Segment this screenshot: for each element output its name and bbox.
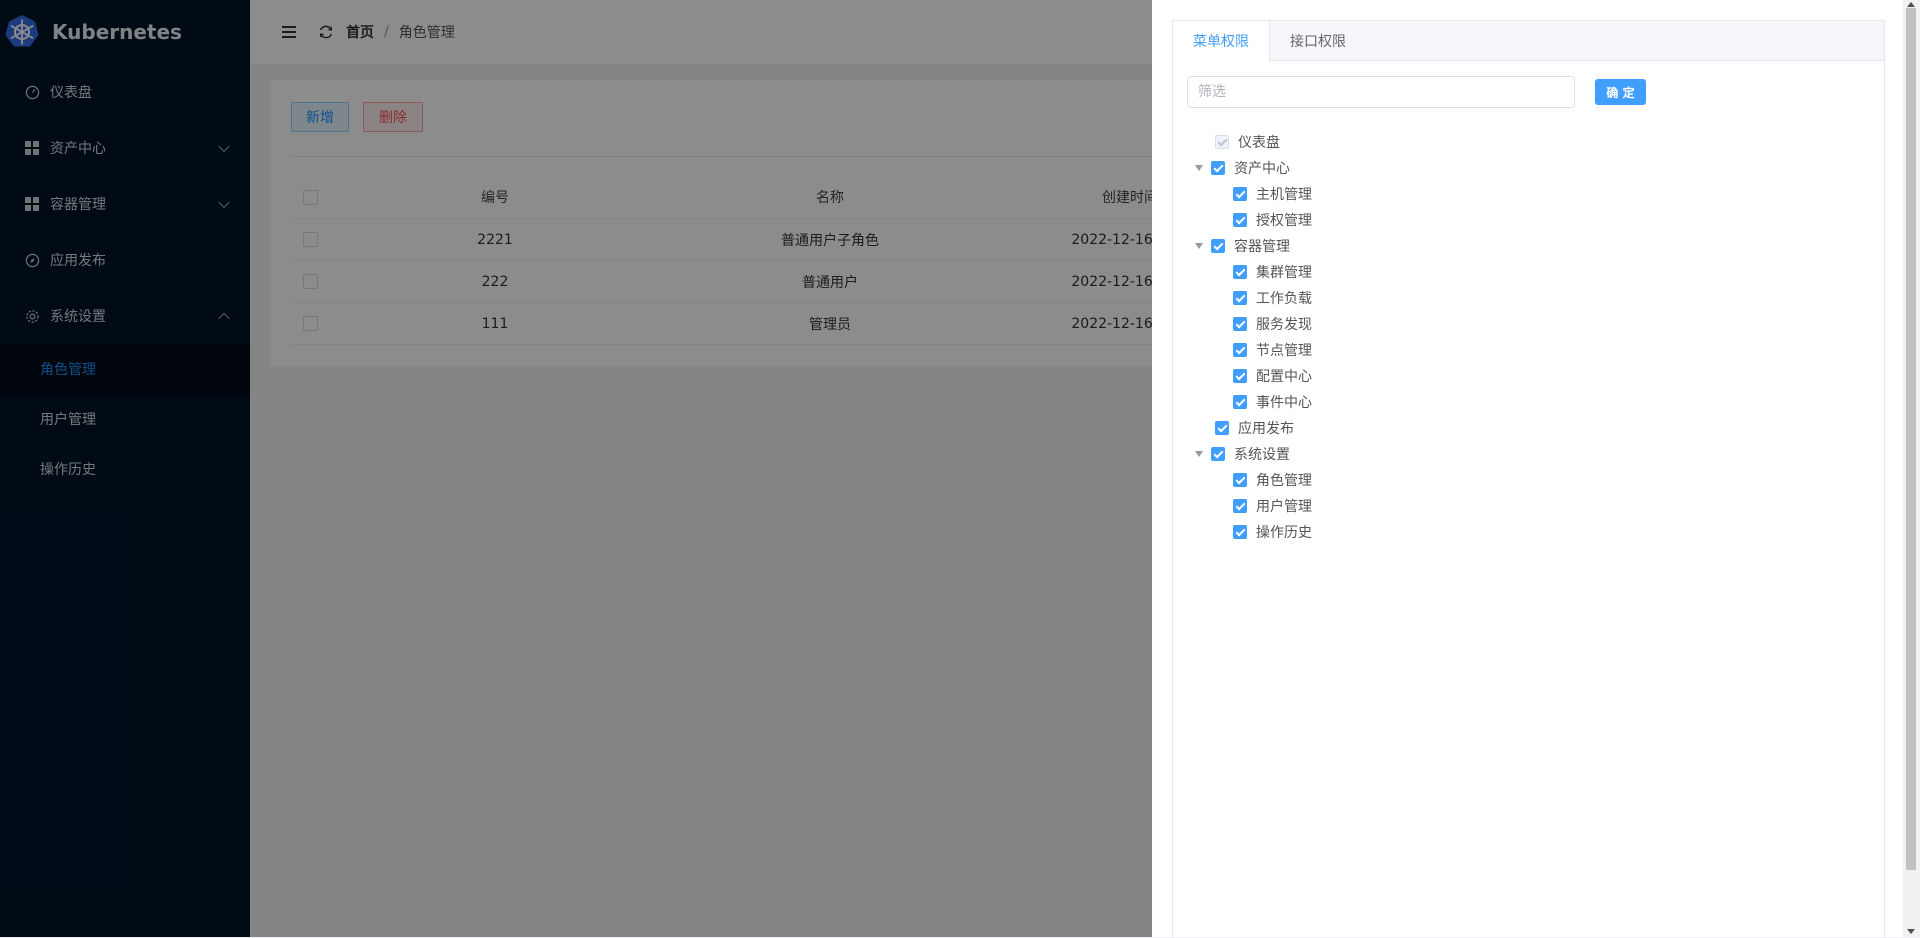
tree-node-system-settings[interactable]: 系统设置 <box>1173 441 1884 467</box>
tree-checkbox <box>1215 135 1229 149</box>
tree-node-app-release[interactable]: 应用发布 <box>1173 415 1884 441</box>
tree-checkbox[interactable] <box>1233 499 1247 513</box>
tab-api-permissions[interactable]: 接口权限 <box>1270 21 1366 61</box>
tree-checkbox[interactable] <box>1233 369 1247 383</box>
drawer-mask[interactable] <box>0 0 1152 937</box>
permission-tree: 仪表盘 资产中心 主机管理 授权管理 容器管理 集群管理 工作负载 服务发现 节… <box>1173 129 1884 545</box>
tree-checkbox[interactable] <box>1215 421 1229 435</box>
filter-input[interactable] <box>1187 76 1575 108</box>
tree-node-label: 节点管理 <box>1256 343 1312 359</box>
scrollbar-thumb[interactable] <box>1906 8 1916 870</box>
caret-down-icon[interactable] <box>1195 243 1203 249</box>
tab-menu-permissions[interactable]: 菜单权限 <box>1173 21 1270 61</box>
permission-tabs-panel: 菜单权限 接口权限 确 定 仪表盘 资产中心 主机管理 <box>1172 20 1885 938</box>
caret-down-icon[interactable] <box>1195 165 1203 171</box>
tree-checkbox[interactable] <box>1233 187 1247 201</box>
tree-node-role-mgmt[interactable]: 角色管理 <box>1173 467 1884 493</box>
scroll-down-arrow-icon[interactable] <box>1907 929 1915 934</box>
tree-node-asset-center[interactable]: 资产中心 <box>1173 155 1884 181</box>
tree-checkbox[interactable] <box>1233 525 1247 539</box>
tree-checkbox[interactable] <box>1211 447 1225 461</box>
tree-node-workload[interactable]: 工作负载 <box>1173 285 1884 311</box>
tree-checkbox[interactable] <box>1233 317 1247 331</box>
tree-node-label: 用户管理 <box>1256 499 1312 515</box>
tree-node-user-mgmt[interactable]: 用户管理 <box>1173 493 1884 519</box>
tree-checkbox[interactable] <box>1233 395 1247 409</box>
tree-node-label: 授权管理 <box>1256 213 1312 229</box>
tree-checkbox[interactable] <box>1233 213 1247 227</box>
tree-node-label: 配置中心 <box>1256 369 1312 385</box>
tree-node-host-mgmt[interactable]: 主机管理 <box>1173 181 1884 207</box>
caret-down-icon[interactable] <box>1195 451 1203 457</box>
tree-node-event-center[interactable]: 事件中心 <box>1173 389 1884 415</box>
tree-node-label: 操作历史 <box>1256 525 1312 541</box>
tree-node-auth-mgmt[interactable]: 授权管理 <box>1173 207 1884 233</box>
tree-node-label: 资产中心 <box>1234 161 1290 177</box>
tree-checkbox[interactable] <box>1233 265 1247 279</box>
tree-node-label: 仪表盘 <box>1238 135 1280 151</box>
tree-node-label: 主机管理 <box>1256 187 1312 203</box>
tree-node-label: 工作负载 <box>1256 291 1312 307</box>
tree-node-label: 事件中心 <box>1256 395 1312 411</box>
filter-row: 确 定 <box>1187 76 1646 108</box>
tree-node-cluster-mgmt[interactable]: 集群管理 <box>1173 259 1884 285</box>
tree-node-config-center[interactable]: 配置中心 <box>1173 363 1884 389</box>
drawer-scrollbar[interactable] <box>1903 0 1920 937</box>
permission-drawer: 菜单权限 接口权限 确 定 仪表盘 资产中心 主机管理 <box>1152 0 1920 938</box>
tree-node-container-mgmt[interactable]: 容器管理 <box>1173 233 1884 259</box>
tree-checkbox[interactable] <box>1233 343 1247 357</box>
tree-node-label: 容器管理 <box>1234 239 1290 255</box>
tree-node-label: 应用发布 <box>1238 421 1294 437</box>
confirm-button[interactable]: 确 定 <box>1595 79 1646 105</box>
tree-checkbox[interactable] <box>1211 239 1225 253</box>
tab-bar: 菜单权限 接口权限 <box>1173 21 1884 61</box>
tree-node-label: 服务发现 <box>1256 317 1312 333</box>
scroll-up-arrow-icon[interactable] <box>1907 2 1915 7</box>
tree-node-dashboard[interactable]: 仪表盘 <box>1173 129 1884 155</box>
tree-node-label: 集群管理 <box>1256 265 1312 281</box>
tree-node-label: 角色管理 <box>1256 473 1312 489</box>
tree-node-label: 系统设置 <box>1234 447 1290 463</box>
tree-checkbox[interactable] <box>1233 291 1247 305</box>
tree-node-service-discovery[interactable]: 服务发现 <box>1173 311 1884 337</box>
tree-node-node-mgmt[interactable]: 节点管理 <box>1173 337 1884 363</box>
tree-node-op-history[interactable]: 操作历史 <box>1173 519 1884 545</box>
tree-checkbox[interactable] <box>1211 161 1225 175</box>
tree-checkbox[interactable] <box>1233 473 1247 487</box>
